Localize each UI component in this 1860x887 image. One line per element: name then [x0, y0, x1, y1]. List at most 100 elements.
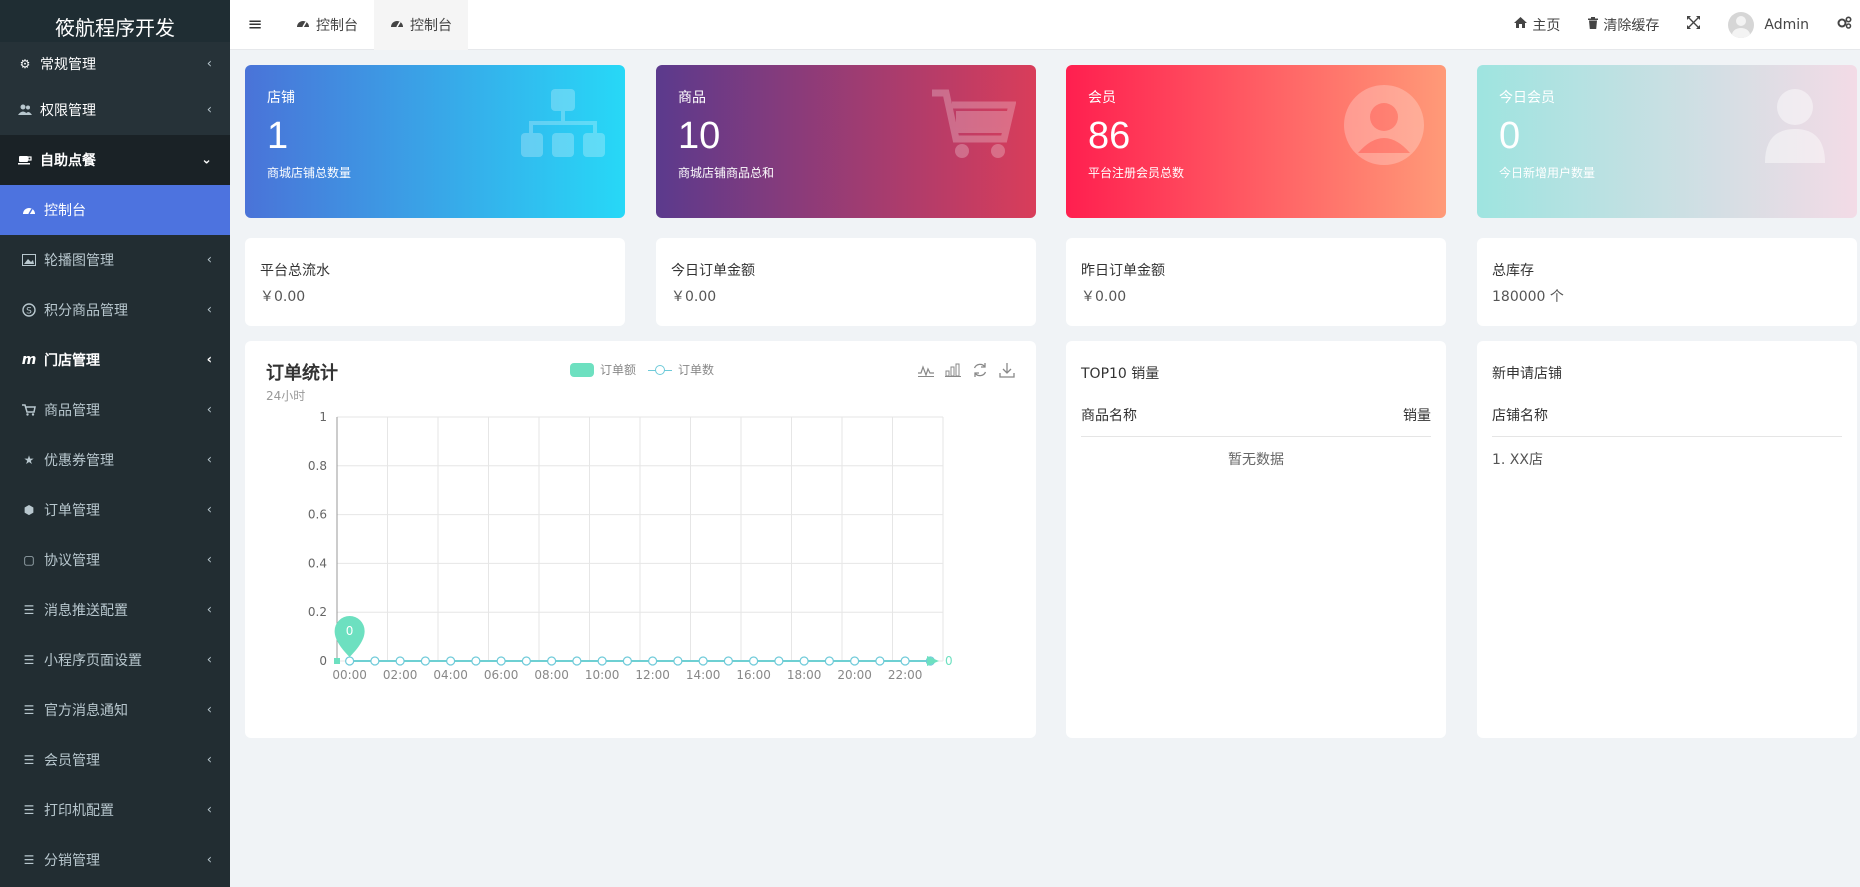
- cube-icon: ⬢: [23, 503, 35, 517]
- sidebar-item-label: 轮播图管理: [44, 253, 114, 269]
- home-link[interactable]: 主页: [1500, 0, 1574, 50]
- table-header: 商品名称 销量: [1081, 405, 1431, 437]
- cogs-icon: [1837, 16, 1852, 33]
- sidebar-item-label: 优惠券管理: [44, 453, 114, 469]
- sidebar-item-permission[interactable]: 权限管理 ‹: [0, 85, 230, 135]
- chevron-left-icon: ‹: [206, 56, 212, 71]
- chevron-left-icon: ‹: [206, 752, 212, 768]
- end-value-label: 0: [945, 654, 953, 668]
- sidebar-item-label: 控制台: [44, 203, 86, 219]
- stat-card-members: 会员 86 平台注册会员总数: [1066, 65, 1446, 218]
- top10-panel: TOP10 销量 商品名称 销量 暂无数据: [1066, 341, 1446, 738]
- stat-card-today-members: 今日会员 0 今日新增用户数量: [1477, 65, 1857, 218]
- sidebar-item-self-order[interactable]: 自助点餐 ⌄: [0, 135, 230, 185]
- clear-cache-button[interactable]: 清除缓存: [1574, 0, 1673, 50]
- sidebar-item-label: 门店管理: [44, 353, 100, 369]
- svg-text:S: S: [26, 307, 32, 317]
- money-label: 平台总流水: [260, 263, 330, 279]
- chevron-left-icon: ‹: [206, 852, 212, 868]
- sidebar-item-label: 权限管理: [40, 103, 96, 119]
- sidebar-item-miniapp-pages[interactable]: ☰ 小程序页面设置 ‹: [0, 635, 230, 685]
- dashboard-icon: [390, 17, 404, 32]
- y-tick-label: 0.4: [308, 556, 327, 570]
- sidebar-item-official-notice[interactable]: ☰ 官方消息通知 ‹: [0, 685, 230, 735]
- sidebar-item-label: 分销管理: [44, 853, 100, 869]
- list-item: 1. XX店: [1492, 452, 1543, 468]
- sidebar-item-label: 订单管理: [44, 503, 100, 519]
- card-today-orders: 今日订单金额 ￥0.00: [656, 238, 1036, 326]
- order-line-chart: 1 0.8 0.6 0.4 0.2 0 00:00 02:00 04:00 06:00 08:00 1…: [308, 410, 953, 682]
- sidebar-item-printer[interactable]: ☰ 打印机配置 ‹: [0, 785, 230, 835]
- y-tick-label: 0.2: [308, 605, 327, 619]
- money-label: 总库存: [1492, 263, 1534, 279]
- sidebar-item-general[interactable]: ⚙ 常规管理 ‹: [0, 42, 230, 85]
- sidebar-item-order[interactable]: ⬢ 订单管理 ‹: [0, 485, 230, 535]
- chevron-left-icon: ‹: [206, 652, 212, 668]
- sidebar-item-agreement[interactable]: ▢ 协议管理 ‹: [0, 535, 230, 585]
- sidebar-item-banner[interactable]: 轮播图管理 ‹: [0, 235, 230, 285]
- data-point: [673, 656, 683, 666]
- data-point: [824, 656, 834, 666]
- sidebar-item-store[interactable]: m 门店管理 ‹: [0, 335, 230, 385]
- data-point: [648, 656, 658, 666]
- header-actions: 主页 清除缓存 Admin: [1500, 0, 1860, 50]
- tab-dashboard-2[interactable]: 控制台: [374, 0, 468, 50]
- column-header: 店铺名称: [1492, 408, 1548, 424]
- sidebar-item-dashboard[interactable]: 控制台: [0, 185, 230, 235]
- sidebar-item-goods[interactable]: 商品管理 ‹: [0, 385, 230, 435]
- sidebar-item-label: 自助点餐: [40, 153, 96, 169]
- user-menu[interactable]: Admin: [1714, 0, 1823, 50]
- fullscreen-icon: [1687, 16, 1701, 33]
- chevron-left-icon: ‹: [206, 402, 212, 418]
- chevron-left-icon: ‹: [206, 702, 212, 718]
- chevron-left-icon: ‹: [206, 552, 212, 568]
- data-point: [698, 656, 708, 666]
- y-tick-label: 1: [319, 410, 327, 424]
- trash-icon: [1588, 16, 1599, 33]
- sidebar-item-member[interactable]: ☰ 会员管理 ‹: [0, 735, 230, 785]
- sidebar-item-label: 打印机配置: [44, 803, 114, 819]
- fullscreen-button[interactable]: [1673, 0, 1714, 50]
- mark-point-label: 0: [346, 624, 354, 638]
- sidebar-item-push-config[interactable]: ☰ 消息推送配置 ‹: [0, 585, 230, 635]
- menu-toggle-icon[interactable]: ≡: [230, 0, 280, 50]
- x-tick-label: 16:00: [736, 668, 771, 682]
- chevron-left-icon: ‹: [206, 602, 212, 618]
- x-tick-label: 06:00: [484, 668, 519, 682]
- data-point: [446, 656, 456, 666]
- list-icon: ☰: [23, 803, 35, 817]
- chevron-left-icon: ‹: [206, 802, 212, 818]
- star-icon: ★: [23, 453, 35, 467]
- empty-state: 暂无数据: [1228, 452, 1284, 468]
- users-icon: [18, 103, 32, 117]
- chevron-left-icon: ‹: [206, 302, 212, 318]
- sidebar-item-points-goods[interactable]: S 积分商品管理 ‹: [0, 285, 230, 335]
- data-point: [900, 656, 910, 666]
- start-marker: [334, 658, 340, 664]
- table-header: 店铺名称: [1492, 405, 1842, 437]
- data-point: [370, 656, 380, 666]
- coffee-icon: [18, 153, 32, 167]
- skype-icon: S: [22, 303, 36, 317]
- chevron-left-icon: ‹: [206, 352, 212, 368]
- sidebar-item-coupon[interactable]: ★ 优惠券管理 ‹: [0, 435, 230, 485]
- home-label: 主页: [1532, 17, 1561, 34]
- y-tick-label: 0.8: [308, 459, 327, 473]
- tab-label: 控制台: [316, 17, 358, 34]
- settings-button[interactable]: [1823, 0, 1860, 50]
- data-point: [547, 656, 557, 666]
- data-point: [723, 656, 733, 666]
- dashboard-icon: [296, 17, 310, 32]
- user-name: Admin: [1764, 16, 1809, 33]
- sidebar-item-distribution[interactable]: ☰ 分销管理 ‹: [0, 835, 230, 885]
- image-icon: [22, 253, 36, 267]
- data-point: [597, 656, 607, 666]
- tab-dashboard-1[interactable]: 控制台: [280, 0, 374, 50]
- money-value: ￥0.00: [260, 289, 306, 305]
- sidebar-item-label: 会员管理: [44, 753, 100, 769]
- sidebar-item-label: 常规管理: [40, 56, 96, 73]
- money-value: 180000 个: [1492, 289, 1564, 305]
- chevron-left-icon: ‹: [206, 452, 212, 468]
- data-point: [850, 656, 860, 666]
- user-icon: [1765, 89, 1825, 163]
